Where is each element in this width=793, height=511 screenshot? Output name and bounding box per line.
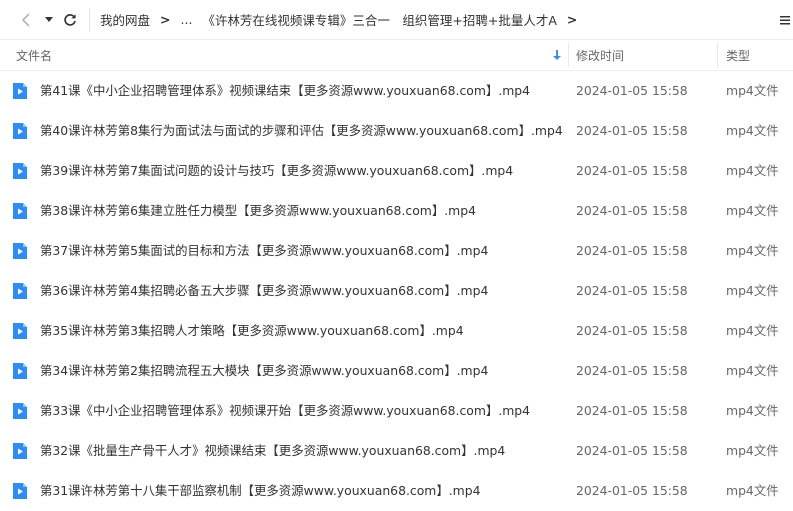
file-type: mp4文件 <box>726 123 779 138</box>
video-file-icon <box>13 323 27 339</box>
file-list: 第41课《中小企业招聘管理体系》视频课结束【更多资源www.youxuan68.… <box>0 71 793 511</box>
file-row[interactable]: 第36课许林芳第4集招聘必备五大步骤【更多资源www.youxuan68.com… <box>0 271 793 311</box>
file-modified-time: 2024-01-05 15:58 <box>576 483 688 498</box>
file-name[interactable]: 第35课许林芳第3集招聘人才策略【更多资源www.youxuan68.com】.… <box>40 311 464 351</box>
back-button[interactable] <box>14 0 38 39</box>
file-type: mp4文件 <box>726 203 779 218</box>
file-row[interactable]: 第31课许林芳第十八集干部监察机制【更多资源www.youxuan68.com】… <box>0 471 793 511</box>
file-row[interactable]: 第34课许林芳第2集招聘流程五大模块【更多资源www.youxuan68.com… <box>0 351 793 391</box>
column-divider[interactable] <box>717 43 718 67</box>
breadcrumb-current[interactable]: 《许林芳在线视频课专辑》三合一 组织管理+招聘+批量人才A <box>202 10 557 29</box>
breadcrumb-separator: > <box>160 12 171 27</box>
breadcrumb-root[interactable]: 我的网盘 <box>100 10 150 29</box>
column-modified-label: 修改时间 <box>576 48 625 63</box>
file-type: mp4文件 <box>726 403 779 418</box>
file-row[interactable]: 第33课《中小企业招聘管理体系》视频课开始【更多资源www.youxuan68.… <box>0 391 793 431</box>
file-name[interactable]: 第37课许林芳第5集面试的目标和方法【更多资源www.youxuan68.com… <box>40 231 488 271</box>
video-file-icon <box>13 443 27 459</box>
column-divider[interactable] <box>568 43 569 67</box>
file-row[interactable]: 第38课许林芳第6集建立胜任力模型【更多资源www.youxuan68.com】… <box>0 191 793 231</box>
file-modified-time: 2024-01-05 15:58 <box>576 363 688 378</box>
video-file-icon <box>13 483 27 499</box>
caret-down-icon <box>45 16 53 22</box>
file-type: mp4文件 <box>726 243 779 258</box>
video-file-icon <box>13 403 27 419</box>
file-modified-time: 2024-01-05 15:58 <box>576 403 688 418</box>
file-modified-time: 2024-01-05 15:58 <box>576 83 688 98</box>
column-header: 文件名 修改时间 类型 <box>0 40 793 71</box>
file-type: mp4文件 <box>726 83 779 98</box>
toolbar-divider <box>89 8 90 32</box>
file-name[interactable]: 第38课许林芳第6集建立胜任力模型【更多资源www.youxuan68.com】… <box>40 191 476 231</box>
breadcrumb-tail-separator: > <box>566 12 578 27</box>
chevron-left-icon <box>21 12 30 27</box>
file-row[interactable]: 第35课许林芳第3集招聘人才策略【更多资源www.youxuan68.com】.… <box>0 311 793 351</box>
file-name[interactable]: 第32课《批量生产骨干人才》视频课结束【更多资源www.youxuan68.co… <box>40 431 505 471</box>
toolbar: 我的网盘 > ... 《许林芳在线视频课专辑》三合一 组织管理+招聘+批量人才A… <box>0 0 793 40</box>
menu-icon <box>780 15 790 24</box>
refresh-button[interactable] <box>60 0 80 39</box>
file-type: mp4文件 <box>726 483 779 498</box>
file-modified-time: 2024-01-05 15:58 <box>576 243 688 258</box>
video-file-icon <box>13 283 27 299</box>
file-name[interactable]: 第40课许林芳第8集行为面试法与面试的步骤和评估【更多资源www.youxuan… <box>40 111 563 151</box>
file-modified-time: 2024-01-05 15:58 <box>576 323 688 338</box>
file-type: mp4文件 <box>726 443 779 458</box>
file-type: mp4文件 <box>726 363 779 378</box>
file-name[interactable]: 第33课《中小企业招聘管理体系》视频课开始【更多资源www.youxuan68.… <box>40 391 530 431</box>
column-type-header[interactable]: 类型 <box>726 40 750 70</box>
history-dropdown-button[interactable] <box>40 0 58 39</box>
file-name[interactable]: 第41课《中小企业招聘管理体系》视频课结束【更多资源www.youxuan68.… <box>40 71 530 111</box>
file-row[interactable]: 第41课《中小企业招聘管理体系》视频课结束【更多资源www.youxuan68.… <box>0 71 793 111</box>
file-modified-time: 2024-01-05 15:58 <box>576 443 688 458</box>
file-row[interactable]: 第32课《批量生产骨干人才》视频课结束【更多资源www.youxuan68.co… <box>0 431 793 471</box>
file-name[interactable]: 第31课许林芳第十八集干部监察机制【更多资源www.youxuan68.com】… <box>40 471 481 511</box>
file-type: mp4文件 <box>726 163 779 178</box>
file-modified-time: 2024-01-05 15:58 <box>576 203 688 218</box>
column-modified-header[interactable]: 修改时间 <box>576 40 624 70</box>
sort-toggle[interactable] <box>552 40 562 70</box>
file-modified-time: 2024-01-05 15:58 <box>576 283 688 298</box>
sort-down-arrow-icon <box>553 50 561 60</box>
column-type-label: 类型 <box>726 48 751 63</box>
file-name[interactable]: 第36课许林芳第4集招聘必备五大步骤【更多资源www.youxuan68.com… <box>40 271 488 311</box>
file-name[interactable]: 第34课许林芳第2集招聘流程五大模块【更多资源www.youxuan68.com… <box>40 351 488 391</box>
video-file-icon <box>13 243 27 259</box>
video-file-icon <box>13 123 27 139</box>
column-name-label: 文件名 <box>16 48 53 63</box>
file-type: mp4文件 <box>726 283 779 298</box>
file-row[interactable]: 第40课许林芳第8集行为面试法与面试的步骤和评估【更多资源www.youxuan… <box>0 111 793 151</box>
video-file-icon <box>13 363 27 379</box>
breadcrumb-ellipsis[interactable]: ... <box>181 12 193 27</box>
video-file-icon <box>13 163 27 179</box>
file-modified-time: 2024-01-05 15:58 <box>576 163 688 178</box>
file-row[interactable]: 第39课许林芳第7集面试问题的设计与技巧【更多资源www.youxuan68.c… <box>0 151 793 191</box>
file-row[interactable]: 第37课许林芳第5集面试的目标和方法【更多资源www.youxuan68.com… <box>0 231 793 271</box>
video-file-icon <box>13 83 27 99</box>
refresh-icon <box>64 13 76 26</box>
video-file-icon <box>13 203 27 219</box>
file-type: mp4文件 <box>726 323 779 338</box>
file-modified-time: 2024-01-05 15:58 <box>576 123 688 138</box>
breadcrumb: 我的网盘 > ... 《许林芳在线视频课专辑》三合一 组织管理+招聘+批量人才A… <box>100 0 587 39</box>
column-name-header[interactable]: 文件名 <box>16 40 52 70</box>
menu-button[interactable] <box>777 0 793 39</box>
file-name[interactable]: 第39课许林芳第7集面试问题的设计与技巧【更多资源www.youxuan68.c… <box>40 151 513 191</box>
